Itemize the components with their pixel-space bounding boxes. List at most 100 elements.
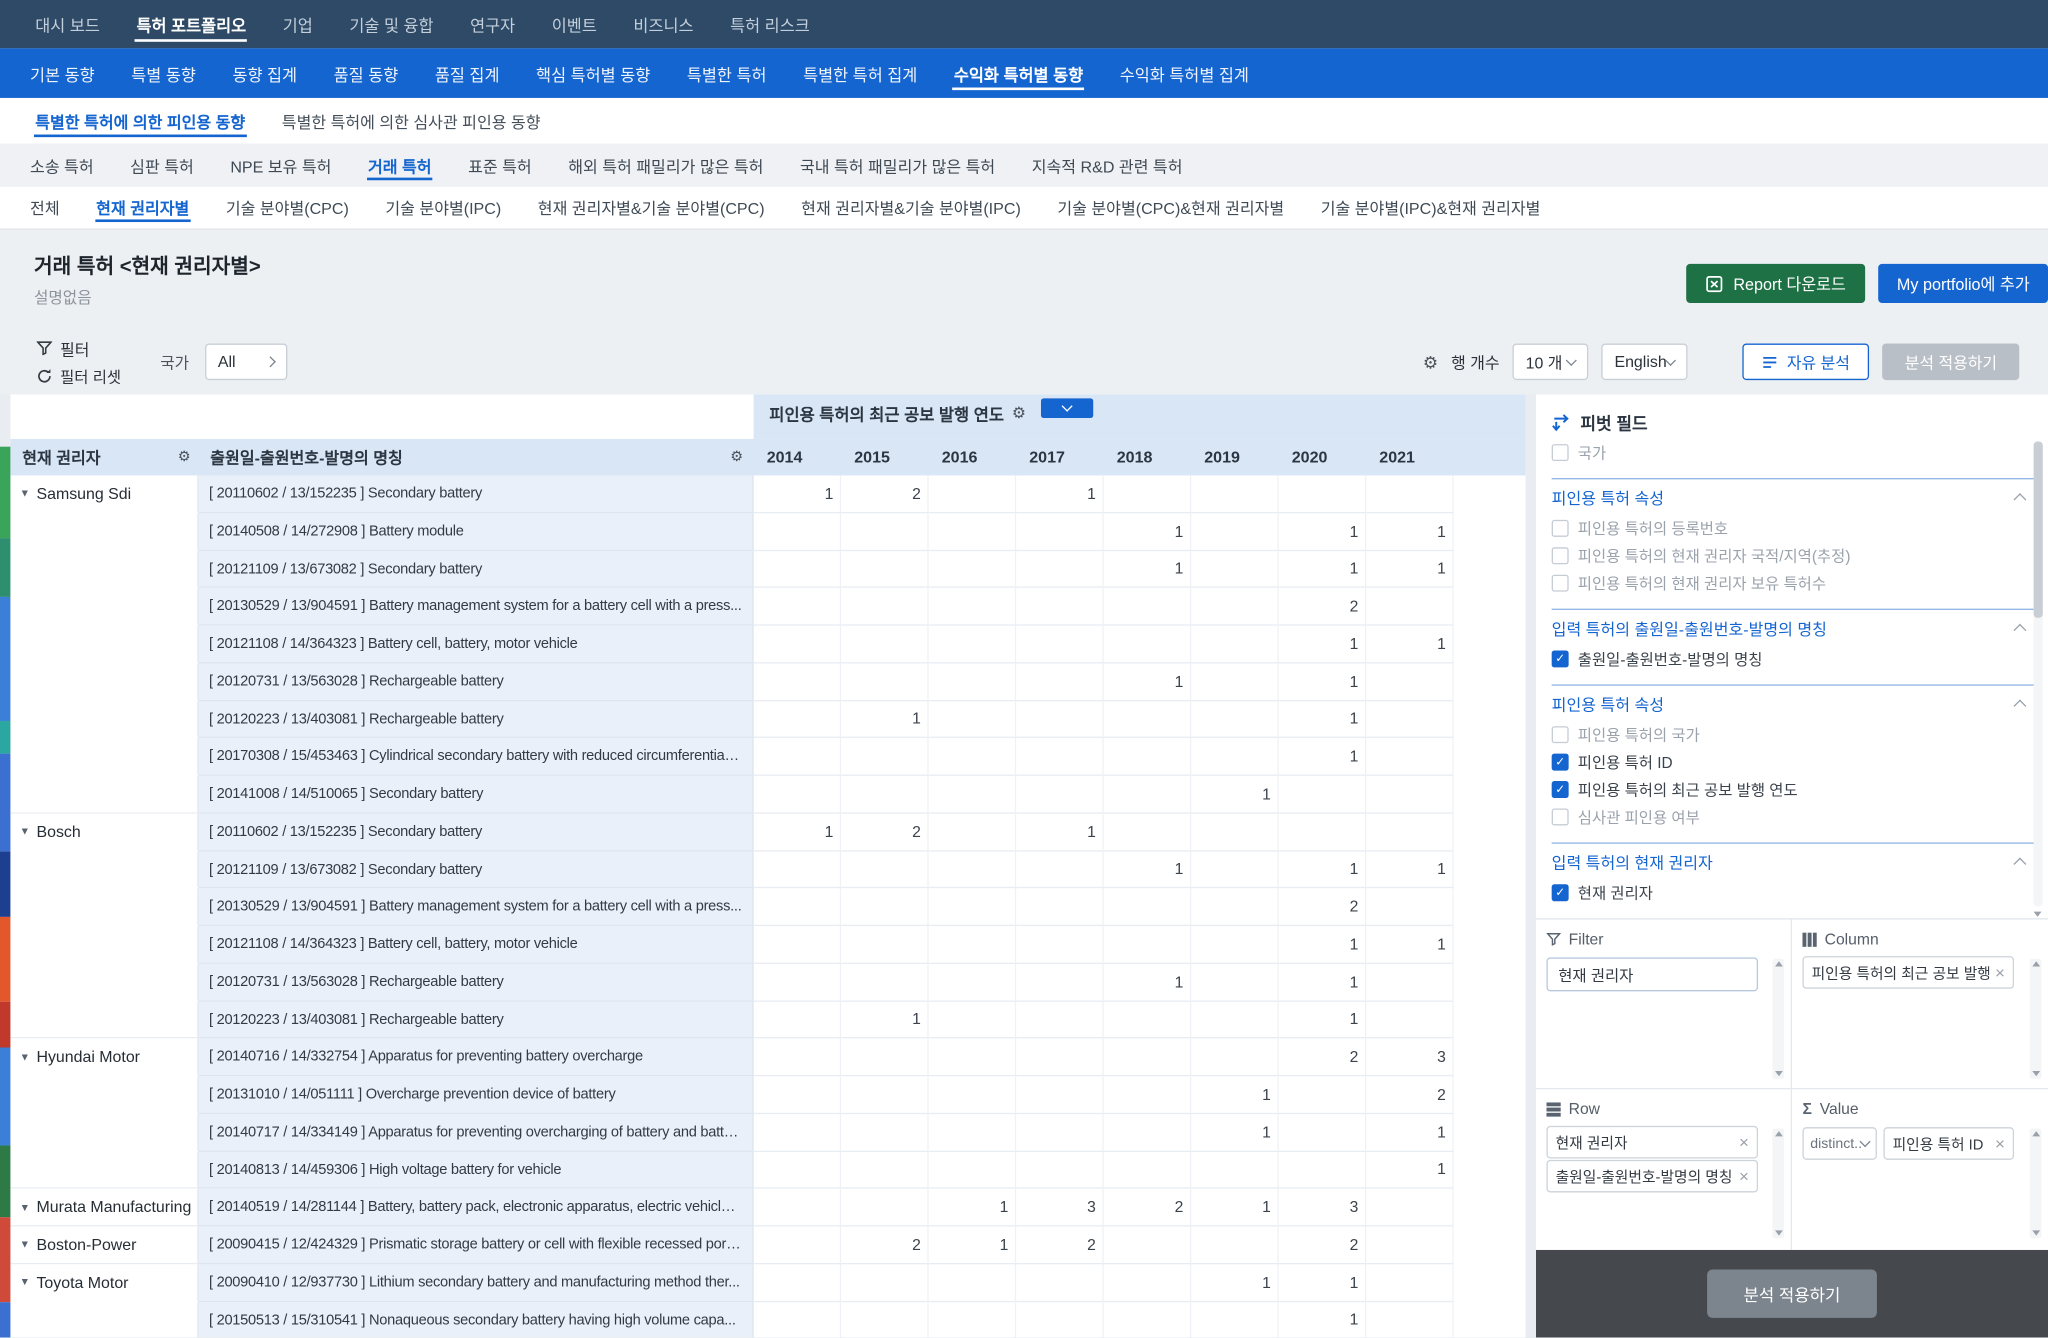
free-analysis-button[interactable]: 자유 분석 (1742, 344, 1869, 381)
nav-grouping-item[interactable]: 현재 권리자별&기술 분야별(CPC) (520, 187, 783, 229)
scroll-up-arrow-icon[interactable] (1774, 961, 1782, 966)
span-header-gear-icon[interactable]: ⚙ (1012, 405, 1026, 421)
filter-reset[interactable]: 필터 리셋 (37, 365, 122, 387)
nav-portfolio-item[interactable]: 수익화 특허별 동향 (936, 48, 1102, 98)
nav-main-item[interactable]: 특허 리스크 (712, 0, 828, 48)
mini-scrollbar[interactable] (2030, 1128, 2042, 1238)
scroll-up-arrow-icon[interactable] (2032, 961, 2040, 966)
pivot-chip[interactable]: 출원일-출원번호-발명의 명칭× (1546, 1160, 1758, 1193)
pivot-chip[interactable]: 피인용 특허의 최근 공보 발행 ...× (1802, 956, 2014, 989)
nav-citation-item[interactable]: 특별한 특허에 의한 피인용 동향 (17, 98, 264, 144)
checkbox[interactable] (1552, 520, 1569, 537)
nav-grouping-item[interactable]: 기술 분야별(IPC)&현재 권리자별 (1302, 187, 1558, 229)
pivot-apply-button[interactable]: 분석 적용하기 (1707, 1270, 1877, 1318)
scrollbar-thumb[interactable] (2034, 441, 2043, 617)
nav-main-item[interactable]: 대시 보드 (17, 0, 118, 48)
pivot-chip[interactable]: 현재 권리자× (1546, 1126, 1758, 1159)
nav-main-item[interactable]: 기업 (264, 0, 331, 48)
nav-portfolio-item[interactable]: 특별한 특허 집계 (785, 48, 936, 98)
collapse-arrow-icon[interactable]: ▼ (20, 488, 30, 500)
pivot-section-header[interactable]: 피인용 특허 속성 (1552, 684, 2035, 721)
nav-main-item[interactable]: 특허 포트폴리오 (118, 0, 264, 48)
checkbox[interactable] (1552, 808, 1569, 825)
checkbox[interactable] (1552, 726, 1569, 743)
nav-portfolio-item[interactable]: 품질 동향 (315, 48, 416, 98)
owner-column-gear-icon[interactable]: ⚙ (178, 450, 191, 464)
nav-grouping-item[interactable]: 기술 분야별(IPC) (367, 187, 519, 229)
pivot-section-header[interactable]: 피인용 특허 속성 (1552, 478, 2035, 515)
nav-main-item[interactable]: 연구자 (452, 0, 534, 48)
nav-patent-type-item[interactable]: 해외 특허 패밀리가 많은 특허 (550, 144, 782, 187)
remove-icon[interactable]: × (1739, 1132, 1749, 1152)
checkbox[interactable] (1552, 547, 1569, 564)
nav-main-item[interactable]: 비즈니스 (615, 0, 712, 48)
mini-scrollbar[interactable] (1772, 959, 1784, 1079)
nav-portfolio-item[interactable]: 수익화 특허별 집계 (1101, 48, 1267, 98)
nav-grouping-item[interactable]: 현재 권리자별&기술 분야별(IPC) (783, 187, 1039, 229)
checkbox[interactable] (1552, 444, 1569, 461)
remove-icon[interactable]: × (1995, 1134, 2005, 1154)
pivot-section-header[interactable]: 입력 특허의 현재 권리자 (1552, 842, 2035, 879)
add-to-portfolio-button[interactable]: My portfolio에 추가 (1879, 264, 2048, 303)
collapse-columns-button[interactable] (1042, 398, 1094, 418)
nav-grouping-item[interactable]: 기술 분야별(CPC) (208, 187, 368, 229)
collapse-arrow-icon[interactable]: ▼ (20, 1239, 30, 1251)
chevron-up-icon[interactable] (2013, 492, 2026, 505)
filter-field-box[interactable]: 현재 권리자 (1546, 957, 1758, 991)
language-select[interactable]: English (1601, 344, 1687, 381)
scroll-down-arrow-icon[interactable] (1774, 1230, 1782, 1235)
checkbox[interactable]: ✓ (1552, 754, 1569, 771)
checkbox[interactable] (1552, 575, 1569, 592)
checkbox[interactable]: ✓ (1552, 781, 1569, 798)
nav-patent-type-item[interactable]: 거래 특허 (350, 144, 450, 187)
checkbox[interactable]: ✓ (1552, 884, 1569, 901)
nav-portfolio-item[interactable]: 동향 집계 (214, 48, 315, 98)
scroll-down-arrow-icon[interactable] (2032, 1230, 2040, 1235)
scroll-up-arrow-icon[interactable] (1774, 1131, 1782, 1136)
nav-grouping-item[interactable]: 현재 권리자별 (78, 187, 208, 229)
nav-grouping-item[interactable]: 전체 (12, 187, 78, 229)
row-count-select[interactable]: 10 개 (1513, 344, 1589, 381)
remove-icon[interactable]: × (1739, 1166, 1749, 1186)
nav-patent-type-item[interactable]: 표준 특허 (450, 144, 550, 187)
nav-portfolio-item[interactable]: 특별한 특허 (669, 48, 785, 98)
chevron-up-icon[interactable] (2013, 623, 2026, 636)
apply-analysis-button[interactable]: 분석 적용하기 (1883, 344, 2020, 381)
chevron-up-icon[interactable] (2013, 857, 2026, 870)
scroll-up-arrow-icon[interactable] (2032, 1131, 2040, 1136)
row-count-gear-icon[interactable]: ⚙ (1423, 353, 1438, 370)
scroll-down-arrow-icon[interactable] (2032, 1071, 2040, 1076)
aggregation-select[interactable]: distinct... (1802, 1127, 1876, 1160)
nav-grouping-item[interactable]: 기술 분야별(CPC)&현재 권리자별 (1039, 187, 1302, 229)
nav-patent-type-item[interactable]: 국내 특허 패밀리가 많은 특허 (782, 144, 1014, 187)
nav-patent-type-item[interactable]: 소송 특허 (12, 144, 112, 187)
mini-scrollbar[interactable] (1772, 1128, 1784, 1238)
nav-patent-type-item[interactable]: 지속적 R&D 관련 특허 (1013, 144, 1200, 187)
collapse-arrow-icon[interactable]: ▼ (20, 1276, 30, 1288)
nav-main-item[interactable]: 이벤트 (533, 0, 615, 48)
pivot-chip[interactable]: 피인용 특허 ID× (1883, 1127, 2014, 1160)
nav-portfolio-item[interactable]: 핵심 특허별 동향 (518, 48, 669, 98)
filter-toggle[interactable]: 필터 (37, 336, 122, 360)
scroll-down-arrow-icon[interactable] (1774, 1071, 1782, 1076)
nav-portfolio-item[interactable]: 품질 집계 (417, 48, 518, 98)
pivot-section-header[interactable]: 입력 특허의 출원일-출원번호-발명의 명칭 (1552, 609, 2035, 646)
chevron-up-icon[interactable] (2013, 699, 2026, 712)
patent-column-gear-icon[interactable]: ⚙ (730, 450, 743, 464)
report-download-button[interactable]: Report 다운로드 (1686, 264, 1865, 303)
collapse-arrow-icon[interactable]: ▼ (20, 1201, 30, 1213)
nav-patent-type-item[interactable]: NPE 보유 특허 (212, 144, 350, 187)
nav-main-item[interactable]: 기술 및 융합 (331, 0, 452, 48)
nav-patent-type-item[interactable]: 심판 특허 (112, 144, 212, 187)
remove-icon[interactable]: × (1995, 963, 2005, 983)
pivot-list-scrollbar[interactable] (2034, 441, 2043, 906)
country-select[interactable]: All (205, 344, 287, 381)
scroll-down-arrow-icon[interactable] (2034, 912, 2042, 917)
collapse-arrow-icon[interactable]: ▼ (20, 1051, 30, 1063)
nav-portfolio-item[interactable]: 특별 동향 (113, 48, 214, 98)
checkbox[interactable]: ✓ (1552, 650, 1569, 667)
mini-scrollbar[interactable] (2030, 959, 2042, 1079)
nav-portfolio-item[interactable]: 기본 동향 (12, 48, 113, 98)
nav-citation-item[interactable]: 특별한 특허에 의한 심사관 피인용 동향 (264, 98, 559, 144)
collapse-arrow-icon[interactable]: ▼ (20, 826, 30, 838)
